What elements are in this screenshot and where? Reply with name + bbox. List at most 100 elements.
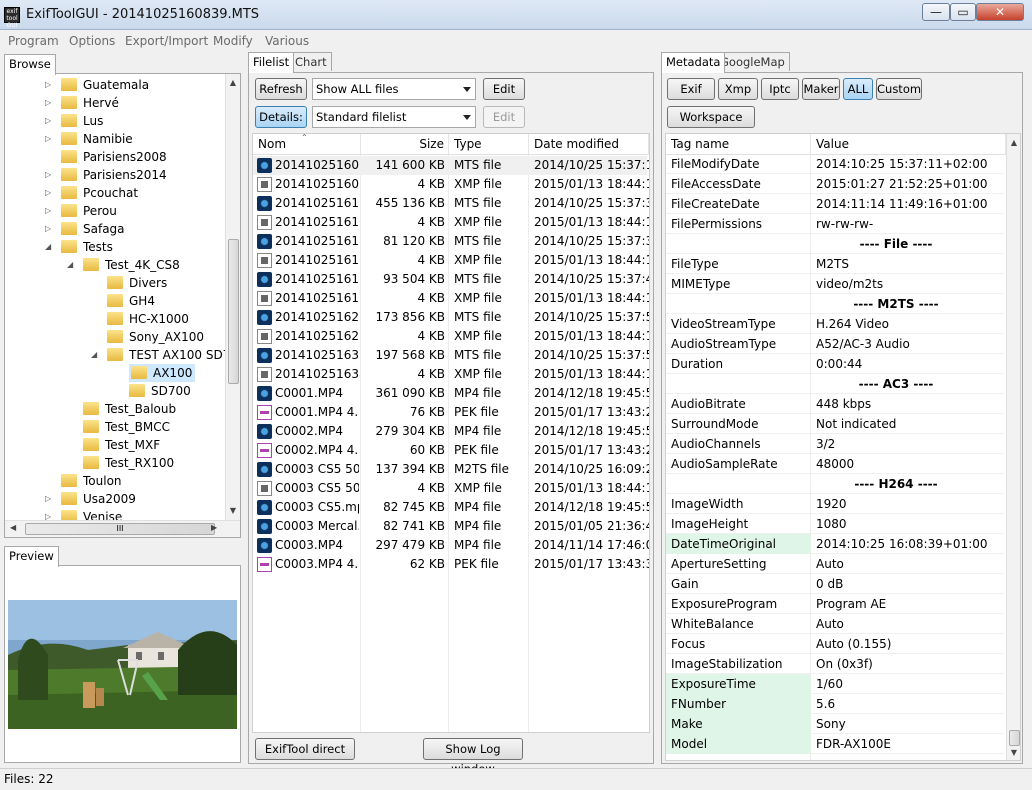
tree-folder-item[interactable]: ◢ TEST AX100 SD700 [5, 346, 225, 364]
file-row[interactable]: C0001.MP4 4... 76 KB PEK file 2015/01/17 13… [253, 403, 649, 422]
scroll-up-icon[interactable]: ▲ [1007, 138, 1020, 147]
menu-program[interactable]: Program [8, 34, 59, 48]
tree-hscroll-thumb[interactable]: III [25, 523, 215, 535]
col-tag-name[interactable]: Tag name [666, 134, 811, 155]
metadata-row[interactable]: AudioSampleRate 48000 [666, 454, 1004, 474]
maker-button[interactable]: Maker [802, 78, 840, 100]
tree-folder-item[interactable]: ▷ Perou [5, 202, 225, 220]
metadata-row[interactable]: ImageWidth 1920 [666, 494, 1004, 514]
tree-folder-item[interactable]: Test_BMCC [5, 418, 225, 436]
tree-folder-item[interactable]: ◢ Tests [5, 238, 225, 256]
file-row[interactable]: 201410251608... 4 KB XMP file 2015/01/13 18… [253, 175, 649, 194]
custom-button[interactable]: Custom [876, 78, 922, 100]
metadata-row[interactable]: ExposureProgram Program AE [666, 594, 1004, 614]
col-name[interactable]: Nom ⌃ [253, 133, 361, 155]
metadata-section-row[interactable]: ---- H264 ---- [666, 474, 1004, 494]
collapse-icon[interactable]: ◢ [67, 256, 73, 274]
expand-icon[interactable]: ▷ [45, 508, 51, 520]
tree-folder-item[interactable]: ▷ Parisiens2014 [5, 166, 225, 184]
file-row[interactable]: 201410251608... 141 600 KB MTS file 2014/10… [253, 156, 649, 175]
tree-folder-item[interactable]: SD700 [5, 382, 225, 400]
expand-icon[interactable]: ▷ [45, 220, 51, 238]
show-log-button[interactable]: Show Log window [423, 738, 523, 776]
tree-hscrollbar[interactable]: ◀ III ▶ [5, 520, 240, 537]
metadata-row[interactable]: ImageHeight 1080 [666, 514, 1004, 534]
metadata-row[interactable]: AudioBitrate 448 kbps [666, 394, 1004, 414]
refresh-button[interactable]: Refresh [255, 78, 307, 100]
expand-icon[interactable]: ▷ [45, 166, 51, 184]
file-row[interactable]: C0003 CS5 50... 4 KB XMP file 2015/01/13 18… [253, 479, 649, 498]
tab-browse[interactable]: Browse [4, 54, 56, 75]
metadata-row[interactable]: MIMEType video/m2ts [666, 274, 1004, 294]
scroll-down-icon[interactable]: ▼ [226, 506, 240, 515]
metadata-row[interactable]: FileType M2TS [666, 254, 1004, 274]
tree-folder-item[interactable]: ▷ Pcouchat [5, 184, 225, 202]
scroll-down-icon[interactable]: ▼ [1007, 748, 1020, 757]
metadata-row[interactable]: FileCreateDate 2014:11:14 11:49:16+01:00 [666, 194, 1004, 214]
tab-chart[interactable]: Chart [290, 52, 332, 71]
iptc-button[interactable]: Iptc [761, 78, 799, 100]
tree-folder-item[interactable]: Divers [5, 274, 225, 292]
metadata-row[interactable]: Focus Auto (0.155) [666, 634, 1004, 654]
tree-folder-item[interactable]: ▷ Venise [5, 508, 225, 520]
close-button[interactable]: ✕ [976, 3, 1024, 21]
exif-button[interactable]: Exif [667, 78, 715, 100]
file-row[interactable]: 201410251619... 4 KB XMP file 2015/01/13 18… [253, 289, 649, 308]
file-row[interactable]: 201410251615... 4 KB XMP file 2015/01/13 18… [253, 251, 649, 270]
file-row[interactable]: 201410251610... 4 KB XMP file 2015/01/13 18… [253, 213, 649, 232]
filter-edit-button[interactable]: Edit [483, 78, 525, 100]
file-row[interactable]: C0003 CS5.mp4 82 745 KB MP4 file 2014/12/18… [253, 498, 649, 517]
metadata-row[interactable]: AudioChannels 3/2 [666, 434, 1004, 454]
file-row[interactable]: C0003 CS5 50... 137 394 KB M2TS file 2014/1… [253, 460, 649, 479]
expand-icon[interactable]: ▷ [45, 202, 51, 220]
metadata-section-row[interactable]: ---- M2TS ---- [666, 294, 1004, 314]
tree-vscrollbar[interactable]: ▲ ▼ [225, 74, 240, 520]
metadata-vscroll-thumb[interactable] [1009, 730, 1020, 746]
details-button[interactable]: Details: [255, 106, 307, 128]
tab-filelist[interactable]: Filelist [248, 52, 295, 73]
xmp-button[interactable]: Xmp [718, 78, 758, 100]
file-row[interactable]: 201410251621... 173 856 KB MTS file 2014/10… [253, 308, 649, 327]
tree-folder-item[interactable]: ◢ Test_4K_CS8 [5, 256, 225, 274]
collapse-icon[interactable]: ◢ [45, 238, 51, 256]
tree-folder-item[interactable]: GH4 [5, 292, 225, 310]
tree-folder-item[interactable]: HC-X1000 [5, 310, 225, 328]
tree-folder-item[interactable]: Test_RX100 [5, 454, 225, 472]
view-combo[interactable]: Standard filelist [312, 106, 476, 128]
scroll-right-icon[interactable]: ▶ [211, 523, 217, 532]
expand-icon[interactable]: ▷ [45, 112, 51, 130]
metadata-row[interactable]: VideoStreamType H.264 Video [666, 314, 1004, 334]
metadata-row[interactable]: ExposureTime 1/60 [666, 674, 1004, 694]
minimize-button[interactable]: — [922, 3, 950, 21]
menu-modify[interactable]: Modify [213, 34, 253, 48]
metadata-row[interactable]: SurroundMode Not indicated [666, 414, 1004, 434]
filter-combo[interactable]: Show ALL files [312, 78, 476, 100]
expand-icon[interactable]: ▷ [45, 490, 51, 508]
metadata-row[interactable]: Gain 0 dB [666, 574, 1004, 594]
menu-export-import[interactable]: Export/Import [125, 34, 208, 48]
file-row[interactable]: 201410251615... 81 120 KB MTS file 2014/10/… [253, 232, 649, 251]
file-row[interactable]: 201410251632... 197 568 KB MTS file 2014/10… [253, 346, 649, 365]
tree-vscroll-thumb[interactable] [228, 239, 239, 384]
metadata-row[interactable]: FileAccessDate 2015:01:27 21:52:25+01:00 [666, 174, 1004, 194]
scroll-left-icon[interactable]: ◀ [10, 523, 16, 532]
metadata-row[interactable]: FNumber 5.6 [666, 694, 1004, 714]
tab-googlemap[interactable]: GoogleMap [715, 52, 790, 71]
menu-various[interactable]: Various [265, 34, 309, 48]
col-date[interactable]: Date modified [529, 134, 649, 155]
col-type[interactable]: Type [449, 134, 529, 155]
collapse-icon[interactable]: ◢ [91, 346, 97, 364]
col-value[interactable]: Value [811, 134, 1006, 155]
file-row[interactable]: C0002.MP4 279 304 KB MP4 file 2014/12/18 19… [253, 422, 649, 441]
all-button[interactable]: ALL [843, 78, 873, 100]
tab-metadata[interactable]: Metadata [661, 52, 726, 73]
menu-options[interactable]: Options [69, 34, 115, 48]
metadata-row[interactable]: ImageStabilization On (0x3f) [666, 654, 1004, 674]
metadata-section-row[interactable]: ---- File ---- [666, 234, 1004, 254]
metadata-row[interactable]: AudioStreamType A52/AC-3 Audio [666, 334, 1004, 354]
metadata-row[interactable]: DateTimeOriginal 2014:10:25 16:08:39+01:0… [666, 534, 1004, 554]
expand-icon[interactable]: ▷ [45, 184, 51, 202]
file-row[interactable]: C0001.MP4 361 090 KB MP4 file 2014/12/18 19… [253, 384, 649, 403]
tree-folder-item[interactable]: ▷ Hervé [5, 94, 225, 112]
tree-folder-item[interactable]: ▷ Namibie [5, 130, 225, 148]
